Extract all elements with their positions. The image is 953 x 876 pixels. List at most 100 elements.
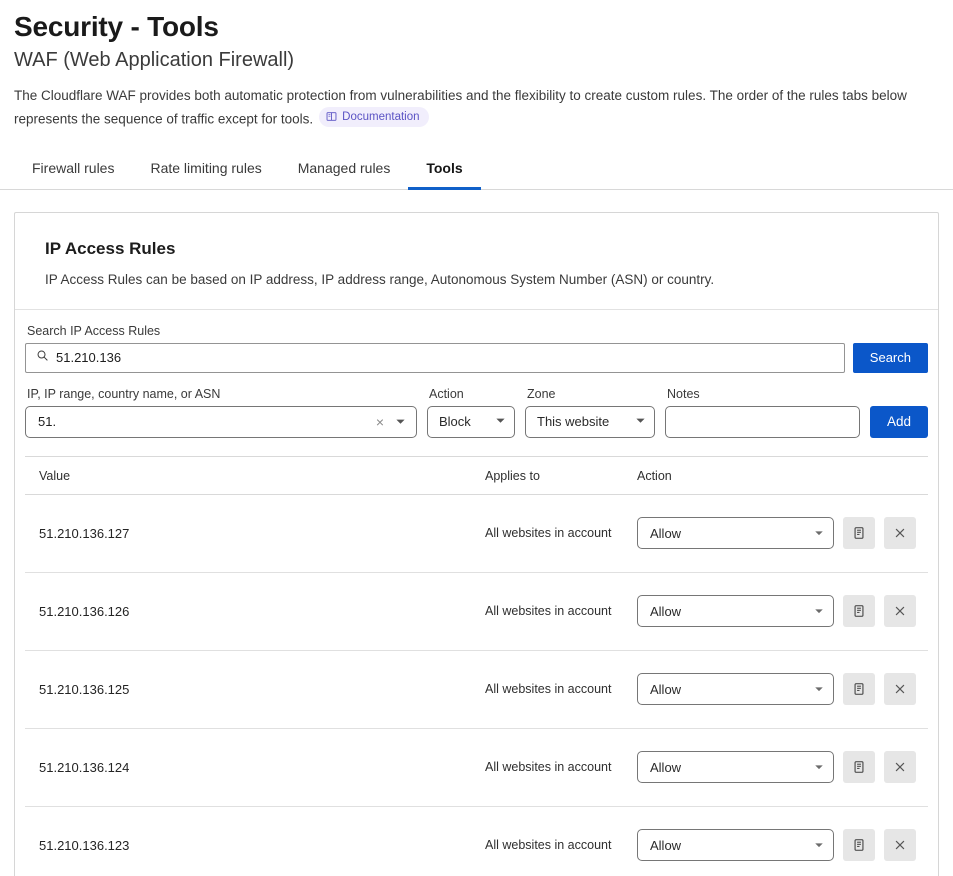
search-button[interactable]: Search <box>852 342 928 373</box>
table-row: 51.210.136.125 All websites in account A… <box>25 651 928 729</box>
close-icon <box>893 604 907 618</box>
page-header: Security - Tools WAF (Web Application Fi… <box>0 0 953 130</box>
column-header-applies-to: Applies to <box>485 468 540 483</box>
notes-input[interactable] <box>665 405 860 438</box>
tab-tools[interactable]: Tools <box>408 152 481 190</box>
card-title: IP Access Rules <box>45 238 176 258</box>
row-notes-button[interactable] <box>843 595 875 628</box>
chevron-down-icon <box>814 526 824 541</box>
close-icon <box>893 838 907 852</box>
row-notes-button[interactable] <box>843 673 875 706</box>
search-box[interactable] <box>25 342 845 373</box>
card-header: IP Access Rules IP Access Rules can be b… <box>15 213 938 310</box>
tab-managed-rules[interactable]: Managed rules <box>280 152 409 190</box>
chevron-down-icon <box>814 838 824 853</box>
row-notes-button[interactable] <box>843 517 875 550</box>
row-action-select[interactable]: Allow <box>637 595 834 628</box>
ip-combobox[interactable]: × <box>25 405 417 438</box>
row-value: 51.210.136.123 <box>39 837 130 853</box>
search-input[interactable] <box>56 350 834 366</box>
row-action-cell: Allow <box>637 517 928 550</box>
row-action-cell: Allow <box>637 829 928 862</box>
page-description: The Cloudflare WAF provides both automat… <box>14 86 939 130</box>
page-root: Security - Tools WAF (Web Application Fi… <box>0 0 953 876</box>
row-applies-to: All websites in account <box>485 682 612 697</box>
action-select-value: Block <box>439 414 471 430</box>
chevron-down-icon <box>814 682 824 697</box>
action-field-group: Action Block <box>427 387 515 438</box>
row-value: 51.210.136.124 <box>39 759 130 775</box>
row-delete-button[interactable] <box>884 595 916 628</box>
row-action-select[interactable]: Allow <box>637 673 834 706</box>
row-action-select[interactable]: Allow <box>637 751 834 784</box>
column-header-action: Action <box>637 468 672 483</box>
zone-select-value: This website <box>537 414 610 430</box>
row-action-value: Allow <box>650 681 682 697</box>
row-action-value: Allow <box>650 525 682 541</box>
search-field-group: Search IP Access Rules <box>25 324 845 373</box>
row-delete-button[interactable] <box>884 517 916 550</box>
chevron-down-icon <box>635 414 646 429</box>
table-row: 51.210.136.127 All websites in account A… <box>25 495 928 573</box>
row-notes-button[interactable] <box>843 829 875 862</box>
notes-icon <box>852 838 866 852</box>
ip-rules-table: Value Applies to Action 51.210.136.127 A… <box>25 455 928 876</box>
chevron-down-icon[interactable] <box>391 416 410 427</box>
row-applies-to: All websites in account <box>485 838 612 853</box>
notes-icon <box>852 682 866 696</box>
close-icon <box>893 526 907 540</box>
row-value: 51.210.136.125 <box>39 681 130 697</box>
notes-icon <box>852 604 866 618</box>
table-row: 51.210.136.123 All websites in account A… <box>25 807 928 876</box>
notes-icon <box>852 526 866 540</box>
close-icon[interactable]: × <box>369 415 391 429</box>
chevron-down-icon <box>814 760 824 775</box>
action-label: Action <box>429 386 464 401</box>
table-row: 51.210.136.126 All websites in account A… <box>25 573 928 651</box>
row-value: 51.210.136.126 <box>39 603 130 619</box>
documentation-badge-label: Documentation <box>342 110 420 123</box>
add-button[interactable]: Add <box>869 405 928 438</box>
table-header-row: Value Applies to Action <box>25 455 928 495</box>
chevron-down-icon <box>814 604 824 619</box>
add-rule-form: IP, IP range, country name, or ASN × Act… <box>25 387 928 456</box>
ip-label: IP, IP range, country name, or ASN <box>27 386 221 401</box>
search-icon <box>36 349 49 367</box>
column-header-value: Value <box>39 468 71 483</box>
tab-firewall-rules[interactable]: Firewall rules <box>14 152 132 190</box>
notes-field-group: Notes <box>665 387 860 438</box>
row-applies-to: All websites in account <box>485 604 612 619</box>
row-action-cell: Allow <box>637 673 928 706</box>
row-action-select[interactable]: Allow <box>637 829 834 862</box>
row-action-value: Allow <box>650 603 682 619</box>
row-applies-to: All websites in account <box>485 760 612 775</box>
zone-select[interactable]: This website <box>525 405 655 438</box>
close-icon <box>893 682 907 696</box>
close-icon <box>893 760 907 774</box>
row-delete-button[interactable] <box>884 673 916 706</box>
row-action-select[interactable]: Allow <box>637 517 834 550</box>
card-body: Search IP Access Rules Search IP, IP ran… <box>15 310 938 876</box>
ip-access-rules-card: IP Access Rules IP Access Rules can be b… <box>14 211 939 876</box>
notes-icon <box>852 760 866 774</box>
notes-label: Notes <box>667 386 700 401</box>
chevron-down-icon <box>495 414 506 429</box>
ip-input[interactable] <box>38 414 369 430</box>
row-delete-button[interactable] <box>884 751 916 784</box>
table-row: 51.210.136.124 All websites in account A… <box>25 729 928 807</box>
card-subtitle: IP Access Rules can be based on IP addre… <box>45 271 715 287</box>
row-applies-to: All websites in account <box>485 526 612 541</box>
page-title: Security - Tools <box>14 11 219 42</box>
ip-field-group: IP, IP range, country name, or ASN × <box>25 387 417 438</box>
row-value: 51.210.136.127 <box>39 525 130 541</box>
zone-label: Zone <box>527 386 556 401</box>
row-notes-button[interactable] <box>843 751 875 784</box>
zone-field-group: Zone This website <box>525 387 655 438</box>
row-delete-button[interactable] <box>884 829 916 862</box>
page-subtitle: WAF (Web Application Firewall) <box>14 48 295 71</box>
row-action-value: Allow <box>650 837 682 853</box>
documentation-badge[interactable]: Documentation <box>319 106 429 127</box>
action-select[interactable]: Block <box>427 405 515 438</box>
tab-rate-limiting-rules[interactable]: Rate limiting rules <box>132 152 279 190</box>
row-action-value: Allow <box>650 759 682 775</box>
